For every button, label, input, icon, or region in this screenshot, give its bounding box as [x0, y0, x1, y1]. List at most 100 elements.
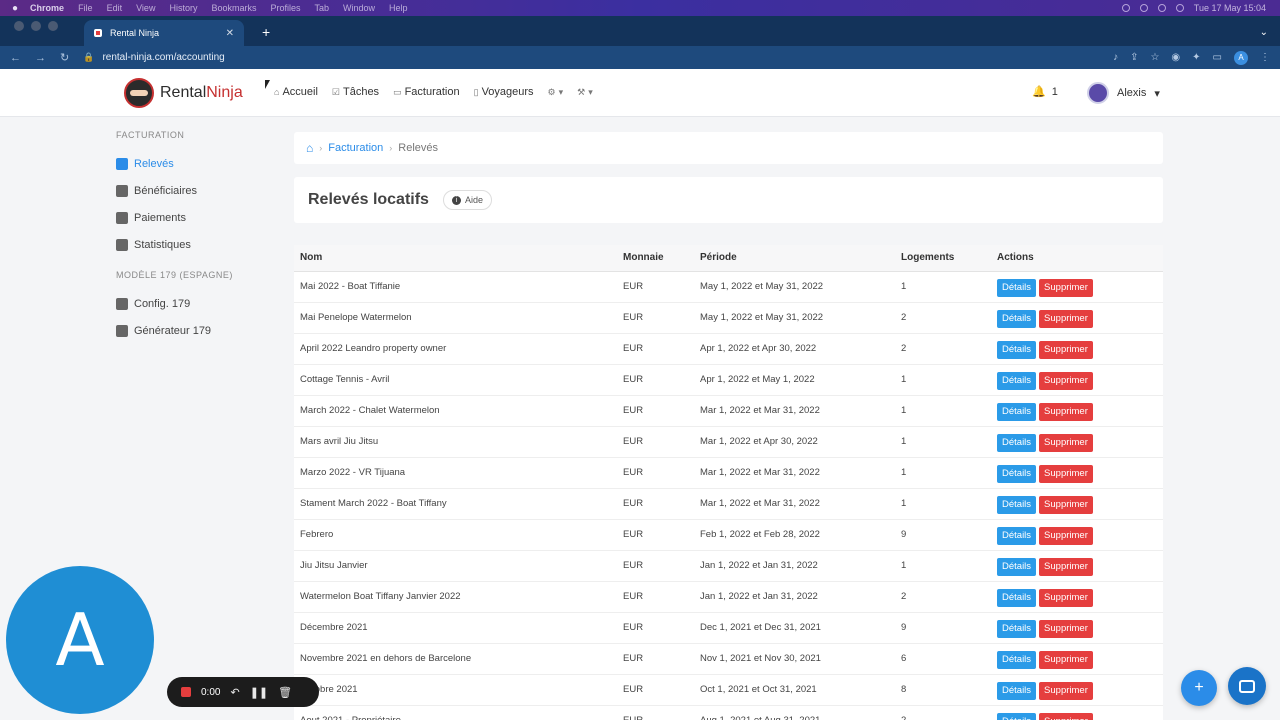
details-button[interactable]: Détails: [997, 496, 1037, 514]
delete-button[interactable]: Supprimer: [1039, 279, 1093, 297]
column-header-periode[interactable]: Période: [694, 245, 895, 272]
details-button[interactable]: Détails: [997, 713, 1037, 720]
details-button[interactable]: Détails: [997, 434, 1037, 452]
details-button[interactable]: Détails: [997, 589, 1037, 607]
menu-app[interactable]: Chrome: [30, 3, 64, 13]
stop-record-button[interactable]: [181, 687, 191, 697]
delete-button[interactable]: Supprimer: [1039, 651, 1093, 669]
menu-edit[interactable]: Edit: [107, 3, 123, 13]
minimize-window-button[interactable]: [31, 21, 41, 31]
pause-icon[interactable]: ❚❚: [250, 686, 268, 699]
more-menu-icon[interactable]: ⋮: [1260, 52, 1270, 63]
details-button[interactable]: Détails: [997, 465, 1037, 483]
nav-settings-dropdown[interactable]: ⚙ ▾: [548, 86, 564, 98]
delete-button[interactable]: Supprimer: [1039, 713, 1093, 720]
details-button[interactable]: Détails: [997, 527, 1037, 545]
column-header-monnaie[interactable]: Monnaie: [617, 245, 694, 272]
user-menu[interactable]: Alexis ▾: [1087, 82, 1160, 104]
sidebar-item-generateur-179[interactable]: Générateur 179: [116, 317, 286, 344]
delete-button[interactable]: Supprimer: [1039, 620, 1093, 638]
sidebar-item-paiements[interactable]: Paiements: [116, 204, 286, 231]
delete-button[interactable]: Supprimer: [1039, 372, 1093, 390]
details-button[interactable]: Détails: [997, 310, 1037, 328]
close-tab-icon[interactable]: ✕: [226, 28, 234, 39]
delete-button[interactable]: Supprimer: [1039, 434, 1093, 452]
details-button[interactable]: Détails: [997, 651, 1037, 669]
details-button[interactable]: Détails: [997, 620, 1037, 638]
delete-button[interactable]: Supprimer: [1039, 341, 1093, 359]
sidebar-item-statistiques[interactable]: Statistiques: [116, 231, 286, 258]
delete-button[interactable]: Supprimer: [1039, 558, 1093, 576]
reload-icon[interactable]: ↻: [60, 51, 69, 64]
menu-history[interactable]: History: [169, 3, 197, 13]
window-controls: [0, 21, 70, 41]
cell-actions: DétailsSupprimer: [991, 364, 1163, 396]
details-button[interactable]: Détails: [997, 341, 1037, 359]
share-icon[interactable]: ⇪: [1130, 52, 1138, 63]
tab-search-icon[interactable]: ⌄: [1260, 27, 1280, 46]
add-button[interactable]: +: [1181, 670, 1217, 706]
profile-avatar[interactable]: A: [1234, 50, 1248, 65]
details-button[interactable]: Détails: [997, 372, 1037, 390]
apple-icon[interactable]: ●: [12, 3, 18, 14]
menu-file[interactable]: File: [78, 3, 93, 13]
search-icon[interactable]: [1175, 4, 1184, 12]
puzzle-icon[interactable]: ✦: [1192, 52, 1200, 63]
browser-tab[interactable]: Rental Ninja ✕: [84, 20, 244, 46]
menu-help[interactable]: Help: [389, 3, 408, 13]
menu-tab[interactable]: Tab: [315, 3, 330, 13]
cell-actions: DétailsSupprimer: [991, 705, 1163, 720]
menu-view[interactable]: View: [136, 3, 155, 13]
delete-button[interactable]: Supprimer: [1039, 403, 1093, 421]
menu-bookmarks[interactable]: Bookmarks: [211, 3, 256, 13]
delete-button[interactable]: Supprimer: [1039, 527, 1093, 545]
sidebar-item-releves[interactable]: Relevés: [116, 150, 286, 177]
statements-table: Nom Monnaie Période Logements Actions Ma…: [294, 245, 1163, 720]
new-tab-button[interactable]: +: [262, 24, 270, 40]
details-button[interactable]: Détails: [997, 279, 1037, 297]
details-button[interactable]: Détails: [997, 682, 1037, 700]
forward-icon[interactable]: →: [35, 52, 46, 64]
sidebar-item-beneficiaires[interactable]: Bénéficiaires: [116, 177, 286, 204]
app-logo[interactable]: RentalNinja: [124, 78, 243, 108]
delete-button[interactable]: Supprimer: [1039, 465, 1093, 483]
trash-icon[interactable]: 🗑: [278, 686, 292, 699]
details-button[interactable]: Détails: [997, 403, 1037, 421]
column-header-logements[interactable]: Logements: [895, 245, 991, 272]
status-icon[interactable]: [1121, 4, 1130, 12]
url-text[interactable]: rental-ninja.com/accounting: [102, 52, 224, 63]
nav-facturation[interactable]: ▭ Facturation: [393, 86, 460, 98]
lock-icon[interactable]: 🔒: [83, 52, 94, 63]
nav-tools-dropdown[interactable]: ⚒ ▾: [577, 86, 593, 98]
back-icon[interactable]: ←: [10, 52, 21, 64]
delete-button[interactable]: Supprimer: [1039, 496, 1093, 514]
home-icon[interactable]: ⌂: [306, 141, 313, 155]
menu-profiles[interactable]: Profiles: [270, 3, 300, 13]
menubar-clock[interactable]: Tue 17 May 15:04: [1194, 3, 1266, 13]
close-window-button[interactable]: [14, 21, 24, 31]
sidebar-item-config-179[interactable]: Config. 179: [116, 290, 286, 317]
chat-button[interactable]: [1228, 667, 1266, 705]
delete-button[interactable]: Supprimer: [1039, 682, 1093, 700]
details-button[interactable]: Détails: [997, 558, 1037, 576]
delete-button[interactable]: Supprimer: [1039, 589, 1093, 607]
column-header-nom[interactable]: Nom: [294, 245, 617, 272]
breadcrumb-link-facturation[interactable]: Facturation: [328, 142, 383, 154]
nav-voyageurs[interactable]: ▯ Voyageurs: [474, 86, 534, 98]
address-bar[interactable]: 🔒 rental-ninja.com/accounting: [83, 48, 1102, 67]
nav-accueil[interactable]: ⌂ Accueil: [274, 86, 318, 98]
cell-name: Cottage Tennis - Avril: [294, 364, 617, 396]
delete-button[interactable]: Supprimer: [1039, 310, 1093, 328]
maximize-window-button[interactable]: [48, 21, 58, 31]
undo-icon[interactable]: ↶: [230, 686, 239, 699]
nav-taches[interactable]: ☑ Tâches: [332, 86, 379, 98]
extension-icon[interactable]: ◉: [1171, 52, 1180, 63]
microphone-icon[interactable]: ♪: [1113, 52, 1118, 63]
status-icon[interactable]: [1139, 4, 1148, 12]
notifications-button[interactable]: 🔔 1: [1032, 85, 1058, 99]
wifi-icon[interactable]: [1157, 4, 1166, 12]
sidepanel-icon[interactable]: ▭: [1213, 52, 1222, 63]
help-button[interactable]: i Aide: [442, 190, 492, 210]
menu-window[interactable]: Window: [343, 3, 375, 13]
bookmark-star-icon[interactable]: ☆: [1150, 52, 1159, 63]
